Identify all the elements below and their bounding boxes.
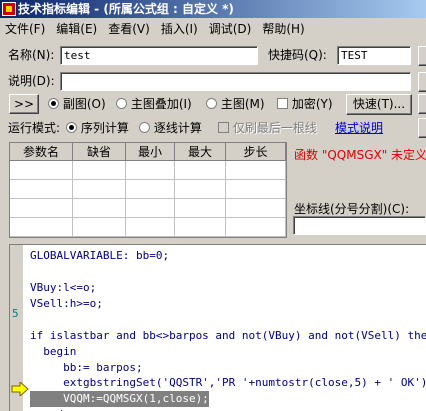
col-min: 最小: [125, 143, 175, 161]
col-max: 最大: [174, 143, 226, 161]
line-marker: 5: [12, 307, 19, 320]
col-default: 缺省: [72, 143, 126, 161]
chart-option-main-overlay-label: 主图叠加(I): [130, 97, 192, 111]
chart-option-sub-label: 副图(O): [62, 97, 106, 111]
table-row[interactable]: [10, 179, 286, 199]
menu-bar: 文件(F) 编辑(E) 查看(V) 插入(I) 调试(D) 帮助(H): [0, 19, 426, 39]
code-line: extgbstringSet('QQSTR','PR '+numtostr(cl…: [30, 376, 426, 389]
radio-icon: [206, 98, 217, 109]
table-row[interactable]: [10, 217, 286, 237]
window-title: 技术指标编辑 - (所属公式组 : 自定义 *): [18, 2, 234, 16]
expand-button[interactable]: >>: [9, 94, 39, 114]
table-row[interactable]: [10, 160, 286, 180]
error-message: 函数 "QQMSGX" 未定义。: [294, 148, 426, 162]
chart-option-main-overlay[interactable]: 主图叠加(I): [116, 95, 192, 113]
description-input[interactable]: [60, 72, 411, 91]
menu-view[interactable]: 查看(V): [103, 19, 155, 39]
description-label: 说明(D):: [8, 74, 55, 88]
radio-icon: [116, 98, 127, 109]
menu-edit[interactable]: 编辑(E): [51, 19, 102, 39]
chart-option-main[interactable]: 主图(M): [206, 95, 265, 113]
code-line: GLOBALVARIABLE: bb=0;: [30, 249, 170, 262]
right-edge-button-1[interactable]: [418, 46, 426, 66]
encrypt-checkbox[interactable]: 加密(Y): [277, 95, 333, 113]
shortcut-label: 快捷码(Q):: [268, 48, 327, 62]
run-mode-label: 运行模式:: [8, 121, 61, 135]
right-edge-button-4[interactable]: [418, 118, 426, 138]
right-edge-button-2[interactable]: [418, 72, 426, 92]
run-mode-line-label: 逐线计算: [153, 121, 202, 135]
radio-selected-icon: [66, 122, 77, 133]
code-editor[interactable]: 5 GLOBALVARIABLE: bb=0; VBuy:l<=o; VSell…: [9, 244, 426, 411]
quick-button[interactable]: 快速(T)...: [346, 94, 412, 115]
code-line: if islastbar and bb<>barpos and not(VBuy…: [30, 329, 426, 342]
menu-insert[interactable]: 插入(I): [156, 19, 203, 39]
chart-option-sub[interactable]: 副图(O): [48, 95, 106, 113]
chart-option-main-label: 主图(M): [220, 97, 265, 111]
name-label: 名称(N):: [8, 48, 55, 62]
window-title-bar: 技术指标编辑 - (所属公式组 : 自定义 *): [0, 0, 426, 18]
menu-help[interactable]: 帮助(H): [257, 19, 309, 39]
menu-file[interactable]: 文件(F): [0, 19, 50, 39]
only-last-checkbox: 仅刷最后一根线: [218, 119, 317, 137]
right-edge-button-3[interactable]: [418, 94, 426, 114]
run-mode-line[interactable]: 逐线计算: [139, 119, 202, 137]
name-input[interactable]: test: [60, 46, 258, 65]
axis-input[interactable]: [293, 216, 426, 235]
shortcut-input[interactable]: TEST: [337, 46, 411, 65]
code-line: VSell:h>=o;: [30, 297, 103, 310]
mode-help-link[interactable]: 模式说明: [335, 119, 383, 137]
app-icon: [2, 2, 16, 16]
checkbox-disabled-icon: [218, 122, 229, 133]
only-last-label: 仅刷最后一根线: [232, 121, 317, 135]
run-mode-series[interactable]: 序列计算: [66, 119, 129, 137]
code-line: bb:= barpos;: [30, 361, 143, 374]
code-line-highlighted: VQQM:=QQMSGX(1,close);: [30, 391, 209, 407]
encrypt-label: 加密(Y): [291, 97, 333, 111]
code-line: VBuy:l<=o;: [30, 281, 97, 294]
run-mode-series-label: 序列计算: [80, 121, 129, 135]
params-table[interactable]: 参数名 缺省 最小 最大 步长: [9, 142, 287, 238]
col-param-name: 参数名: [10, 143, 73, 161]
current-line-arrow-icon: [11, 382, 29, 396]
checkbox-icon: [277, 98, 288, 109]
radio-icon: [139, 122, 150, 133]
code-line: end: [30, 407, 63, 411]
col-step: 步长: [225, 143, 286, 161]
table-row[interactable]: [10, 198, 286, 218]
radio-selected-icon: [48, 98, 59, 109]
code-line: begin: [30, 345, 77, 358]
menu-debug[interactable]: 调试(D): [204, 19, 257, 39]
